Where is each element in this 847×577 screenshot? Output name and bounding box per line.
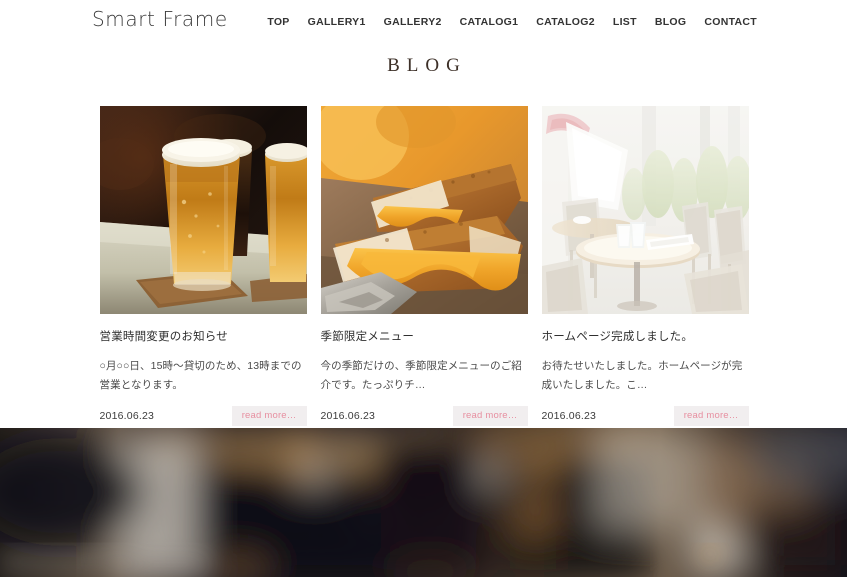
hero-image-strip (0, 428, 847, 577)
page-root: Smart Frame TOP GALLERY1 GALLERY2 CATALO… (0, 0, 847, 577)
nav-item-catalog1[interactable]: CATALOG1 (451, 15, 528, 29)
blog-card-date: 2016.06.23 (99, 409, 155, 422)
blog-card-excerpt: 今の季節だけの、季節限定メニューのご紹介です。たっぷりチ… (320, 359, 522, 392)
site-logo[interactable]: Smart Frame (92, 7, 228, 31)
page-title: BLOG (387, 55, 467, 76)
nav-item-gallery1[interactable]: GALLERY1 (299, 15, 375, 29)
nav-item-top[interactable]: TOP (258, 15, 298, 29)
nav-item-catalog2[interactable]: CATALOG2 (527, 15, 604, 29)
nav-item-list[interactable]: LIST (604, 15, 646, 29)
blog-card-excerpt: お待たせいたしました。ホームページが完成いたしました。こ… (541, 359, 743, 392)
blog-card: ホームページ完成しました。 お待たせいたしました。ホームページが完成いたしました… (541, 105, 749, 426)
read-more-button[interactable]: read more… (231, 405, 307, 426)
read-more-button[interactable]: read more… (673, 405, 749, 426)
blog-card-date: 2016.06.23 (541, 409, 597, 422)
blog-card-excerpt: ○月○○日、15時〜貸切のため、13時までの営業となります。 (99, 359, 302, 392)
blog-card-meta: 2016.06.23 read more… (541, 405, 749, 426)
blog-card: 季節限定メニュー 今の季節だけの、季節限定メニューのご紹介です。たっぷりチ… 2… (320, 105, 528, 426)
blurred-cafe-interior-image (0, 428, 847, 577)
cafe-terrace-image (541, 105, 749, 314)
blog-card-meta: 2016.06.23 read more… (99, 405, 307, 426)
blog-grid: 営業時間変更のお知らせ ○月○○日、15時〜貸切のため、13時までの営業となりま… (99, 105, 749, 426)
blog-card-thumbnail-beer-glasses[interactable] (99, 105, 307, 314)
grilled-cheese-image (320, 105, 528, 314)
blog-section: 営業時間変更のお知らせ ○月○○日、15時〜貸切のため、13時までの営業となりま… (0, 83, 847, 426)
blog-card-title[interactable]: ホームページ完成しました。 (542, 329, 749, 346)
nav-item-gallery2[interactable]: GALLERY2 (375, 15, 451, 29)
read-more-button[interactable]: read more… (452, 405, 528, 426)
blog-card-thumbnail-grilled-cheese[interactable] (320, 105, 528, 314)
main-nav: TOP GALLERY1 GALLERY2 CATALOG1 CATALOG2 … (258, 15, 757, 29)
nav-item-contact[interactable]: CONTACT (695, 15, 757, 29)
blog-card-title[interactable]: 季節限定メニュー (321, 329, 528, 346)
blog-card-date: 2016.06.23 (320, 409, 376, 422)
blog-card-title[interactable]: 営業時間変更のお知らせ (100, 329, 307, 346)
nav-item-blog[interactable]: BLOG (646, 15, 696, 29)
site-header: Smart Frame TOP GALLERY1 GALLERY2 CATALO… (0, 0, 847, 44)
beer-glasses-image (99, 105, 307, 314)
page-title-wrap: BLOG (0, 44, 847, 84)
blog-card-meta: 2016.06.23 read more… (320, 405, 528, 426)
blog-card-thumbnail-cafe-terrace[interactable] (541, 105, 749, 314)
blog-card: 営業時間変更のお知らせ ○月○○日、15時〜貸切のため、13時までの営業となりま… (99, 105, 307, 426)
